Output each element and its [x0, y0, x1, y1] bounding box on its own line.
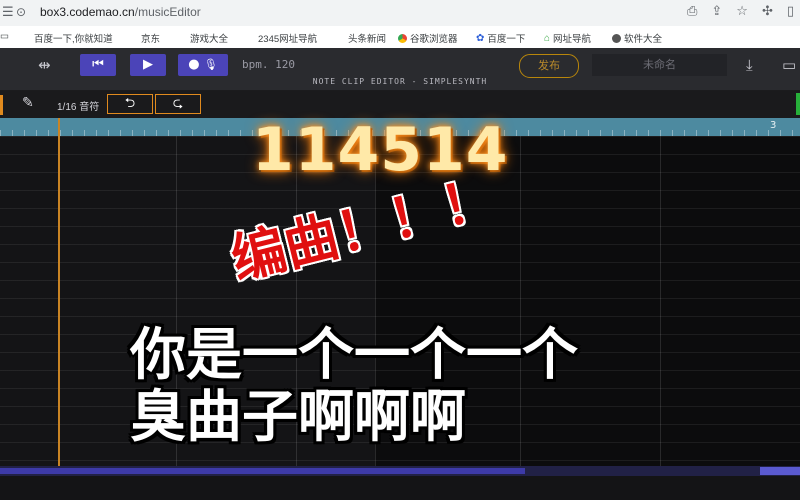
split-icon[interactable]: ⇹ [38, 56, 51, 74]
bookmark-star-icon[interactable]: ☆ [736, 4, 748, 19]
bookmark-item[interactable]: 游戏大全 [190, 31, 228, 45]
skip-back-button[interactable]: ⏮ [80, 54, 116, 76]
beat-line [520, 136, 521, 466]
bookmark-item[interactable]: 头条新闻 [348, 31, 386, 45]
bookmark-folder-icon[interactable]: ▭ [0, 31, 9, 42]
bpm-value: 120 [275, 58, 295, 71]
nav-icon: ⌂ [544, 32, 551, 44]
pencil-icon[interactable]: ✎ [22, 95, 34, 111]
bottom-panel [0, 476, 800, 500]
microphone-icon: 🎙 [203, 58, 218, 71]
bookmark-item[interactable]: 谷歌浏览器 [398, 31, 458, 45]
extensions-icon[interactable]: ✣ [762, 4, 773, 19]
record-button[interactable]: ● 🎙 [178, 54, 228, 76]
bookmarks-bar: ▭ 百度一下,你就知道 京东 游戏大全 2345网址导航 头条新闻 谷歌浏览器 … [0, 26, 800, 49]
play-button[interactable]: ▶ [130, 54, 166, 76]
beat-line [660, 136, 661, 466]
chrome-icon [398, 33, 407, 43]
clip-toolbar: ✎ 1/16 音符 ⮌ ⮎ [0, 91, 800, 118]
bookmark-item[interactable]: 京东 [141, 31, 160, 45]
save-icon[interactable]: ▭ [782, 56, 796, 74]
url-path: /musicEditor [134, 5, 201, 19]
horizontal-scrollbar[interactable] [0, 466, 800, 476]
redo-icon: ⮎ [172, 96, 184, 111]
playhead[interactable] [58, 118, 60, 466]
left-marker [0, 95, 3, 115]
app-icon [612, 33, 621, 43]
overlay-caption-line1: 你是一个一个一个 [130, 323, 578, 388]
cast-icon[interactable]: ⎙ [687, 4, 697, 19]
bookmark-item[interactable]: ⌂ 网址导航 [544, 31, 591, 46]
record-icon: ● [188, 57, 200, 72]
share-icon[interactable]: ⇪ [711, 4, 722, 19]
url-host: box3.codemao.cn [40, 5, 135, 19]
browser-actions: ⎙ ⇪ ☆ ✣ ▯ [687, 4, 794, 19]
skip-back-icon: ⏮ [92, 57, 104, 72]
bookmark-item[interactable]: ✿ 百度一下 [476, 31, 525, 46]
zoom-handle[interactable] [760, 467, 800, 475]
bar-number: 3 [770, 120, 777, 131]
undo-button[interactable]: ⮌ [107, 94, 153, 114]
bookmark-item[interactable]: 软件大全 [612, 31, 662, 45]
project-name-field[interactable]: 未命名 [592, 54, 727, 76]
overlay-caption-line2: 臭曲子啊啊啊 [130, 385, 466, 450]
bookmark-item[interactable]: 百度一下,你就知道 [34, 31, 113, 45]
quantize-select[interactable]: 1/16 音符 [57, 98, 99, 113]
publish-button[interactable]: 发布 [519, 54, 579, 78]
paw-icon: ✿ [476, 32, 485, 44]
scrollbar-thumb[interactable] [0, 468, 525, 474]
play-icon: ▶ [143, 57, 153, 72]
menu-icon[interactable]: ☰ [2, 5, 14, 20]
site-info-icon[interactable]: ⊙ [16, 5, 26, 19]
address-bar: ☰ ⊙ box3.codemao.cn/musicEditor ⎙ ⇪ ☆ ✣ … [0, 0, 800, 27]
url-field[interactable]: box3.codemao.cn/musicEditor [40, 5, 201, 19]
undo-icon: ⮌ [124, 96, 136, 111]
bookmark-item[interactable]: 2345网址导航 [258, 31, 317, 45]
sidebar-icon[interactable]: ▯ [787, 4, 794, 19]
editor-toolbar: ⇹ ⏮ ▶ ● 🎙 bpm. 120 发布 未命名 ⤓ ▭ NOTE CLIP … [0, 48, 800, 91]
download-icon[interactable]: ⤓ [746, 56, 753, 74]
editor-title: NOTE CLIP EDITOR - SIMPLESYNTH [312, 77, 488, 86]
redo-button[interactable]: ⮎ [155, 94, 201, 114]
right-marker [796, 93, 800, 115]
bpm-display[interactable]: bpm. 120 [242, 58, 295, 71]
